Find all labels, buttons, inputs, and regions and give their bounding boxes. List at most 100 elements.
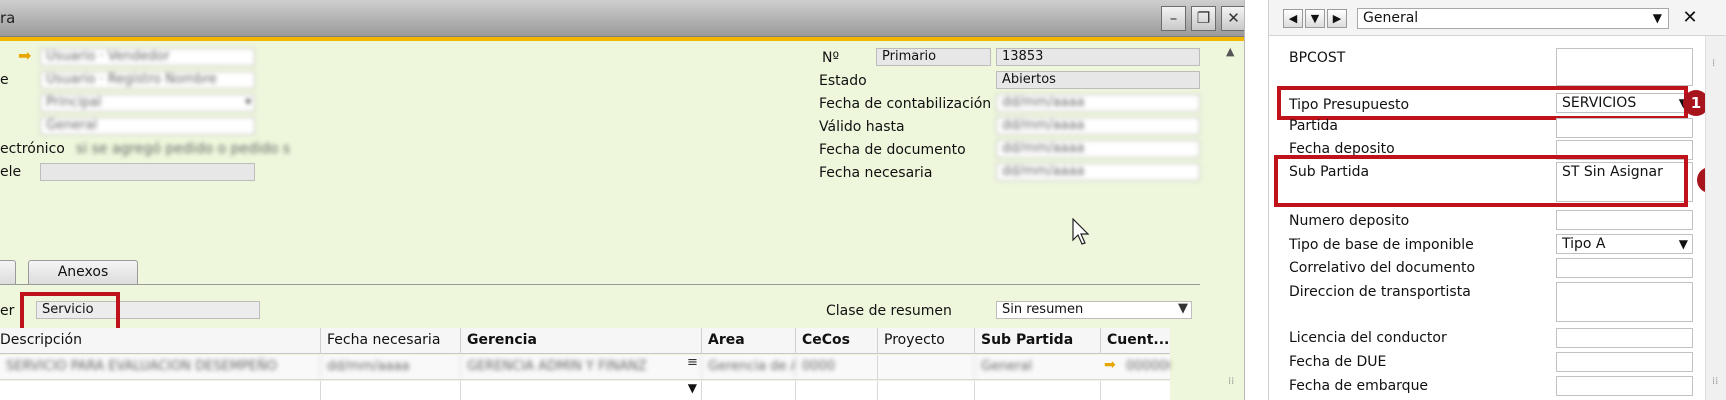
chevron-down-icon: ▼ — [687, 381, 697, 395]
chevron-down-icon: ▾ — [245, 95, 251, 108]
link-arrow-icon[interactable]: ➡ — [1104, 357, 1116, 373]
table-cell[interactable]: ▼ — [460, 381, 701, 400]
vendor-field[interactable]: Usuario · Vendedor — [40, 48, 255, 66]
udf-label: Direccion de transportista — [1289, 284, 1471, 300]
udf-label: Licencia del conductor — [1289, 330, 1447, 346]
table-row[interactable]: SERVICIO PARA EVALUACION DESEMPEÑO dd/mm… — [0, 355, 1170, 380]
summary-type-label: Clase de resumen — [826, 303, 952, 319]
window-title: ra — [0, 9, 16, 27]
table-cell[interactable] — [701, 381, 795, 400]
document-date-field[interactable]: dd/mm/aaaa — [996, 140, 1200, 158]
column-header[interactable]: Cuent... — [1100, 328, 1170, 354]
user-defined-fields-panel: ◀ ▼ ▶ General ▼ ✕ BPCOST Tipo Presupuest… — [1268, 0, 1726, 400]
required-date-field[interactable]: dd/mm/aaaa — [996, 163, 1200, 181]
table-cell[interactable]: 0000 — [795, 355, 877, 380]
table-cell[interactable] — [795, 381, 877, 400]
minimize-icon[interactable]: – — [1161, 6, 1186, 31]
close-icon[interactable]: ✕ — [1679, 8, 1701, 29]
table-cell[interactable]: 000000 — [1120, 355, 1170, 380]
highlight-sub-partida — [1274, 155, 1688, 207]
table-cell[interactable] — [1100, 381, 1170, 400]
udf-tax-base-value: Tipo A — [1562, 236, 1606, 252]
series-select[interactable]: Primario — [876, 48, 991, 66]
close-icon[interactable]: ✕ — [1221, 6, 1244, 31]
udf-scrollbar[interactable]: ⁞ ⁞⁞ — [1705, 36, 1726, 400]
column-header[interactable]: Descripción — [0, 328, 320, 354]
column-header[interactable]: Sub Partida — [974, 328, 1100, 354]
udf-category-value: General — [1363, 10, 1419, 26]
table-cell[interactable] — [877, 381, 974, 400]
table-cell[interactable]: General — [974, 355, 1100, 380]
chevron-down-icon: ▼ — [1178, 301, 1188, 316]
header-label-fragment: e — [0, 72, 9, 88]
udf-label: BPCOST — [1289, 50, 1346, 66]
column-header[interactable]: Gerencia — [460, 328, 701, 354]
udf-partida-field[interactable] — [1556, 118, 1693, 138]
form-scrollbar[interactable]: ▲ ⁞⁞ — [1222, 41, 1244, 400]
column-header[interactable]: CeCos — [795, 328, 877, 354]
udf-label: Fecha de DUE — [1289, 354, 1387, 370]
udf-label: Tipo de base de imponible — [1289, 237, 1474, 253]
required-date-label: Fecha necesaria — [819, 165, 933, 181]
posting-date-field[interactable]: dd/mm/aaaa — [996, 94, 1200, 112]
chevron-down-icon: ▼ — [1652, 11, 1662, 25]
udf-shipment-date-field[interactable] — [1556, 376, 1693, 396]
resize-grip-icon[interactable]: ⁞⁞ — [1228, 376, 1234, 387]
table-cell[interactable]: SERVICIO PARA EVALUACION DESEMPEÑO — [0, 355, 320, 380]
title-accent-line — [0, 37, 1244, 41]
document-window: ra – ❐ ✕ ➡ Usuario · Vendedor e Usuario … — [0, 0, 1245, 400]
name-field[interactable]: Usuario · Registro Nombre — [40, 71, 255, 89]
address-field[interactable]: General — [40, 117, 255, 135]
summary-type-select[interactable]: Sin resumen ▼ — [996, 301, 1192, 319]
chevron-down-icon: ▼ — [1678, 237, 1688, 251]
contact-field[interactable]: Principal ▾ — [40, 94, 255, 112]
udf-category-select[interactable]: General ▼ — [1357, 8, 1669, 29]
column-header[interactable]: Fecha necesaria — [320, 328, 460, 354]
type-label-fragment: er — [0, 303, 15, 319]
table-row[interactable]: ▼ — [0, 381, 1170, 400]
column-header[interactable]: Area — [701, 328, 795, 354]
valid-until-field[interactable]: dd/mm/aaaa — [996, 117, 1200, 135]
doc-number-label: Nº — [822, 50, 840, 66]
column-header[interactable]: Proyecto — [877, 328, 974, 354]
udf-label: Correlativo del documento — [1289, 260, 1476, 276]
table-cell[interactable] — [877, 355, 974, 380]
nav-last-icon[interactable]: ▶ — [1327, 9, 1347, 28]
resize-grip-icon[interactable]: ⁞⁞ — [1712, 376, 1718, 387]
table-cell[interactable]: GERENCIA ADMIN Y FINANZ — [460, 355, 685, 380]
restore-icon[interactable]: ❐ — [1191, 6, 1216, 31]
table-cell[interactable]: dd/mm/aaaa — [320, 355, 460, 380]
udf-driver-license-field[interactable] — [1556, 328, 1693, 348]
table-cell[interactable] — [974, 381, 1100, 400]
status-label: Estado — [819, 73, 867, 89]
scroll-up-icon[interactable]: ▲ — [1226, 45, 1234, 58]
tab-contents[interactable] — [0, 260, 16, 284]
udf-doc-correlative-field[interactable] — [1556, 258, 1693, 278]
udf-bpcost-field[interactable] — [1556, 48, 1693, 86]
udf-carrier-address-field[interactable] — [1556, 282, 1693, 322]
document-date-label: Fecha de documento — [819, 142, 966, 158]
udf-deposit-number-field[interactable] — [1556, 210, 1693, 230]
table-cell[interactable]: Gerencia de Adm — [701, 355, 795, 380]
lines-table-header: Descripción Fecha necesaria Gerencia Are… — [0, 328, 1170, 354]
posting-date-label: Fecha de contabilización — [819, 96, 992, 112]
highlight-budget-type — [1277, 86, 1688, 120]
table-cell[interactable] — [320, 381, 460, 400]
valid-until-label: Válido hasta — [819, 119, 905, 135]
nav-first-icon[interactable]: ◀ — [1283, 9, 1303, 28]
udf-label: Numero deposito — [1289, 213, 1410, 229]
udf-label: Partida — [1289, 118, 1338, 134]
phone-label-fragment: ele — [0, 164, 22, 180]
udf-due-date-field[interactable] — [1556, 352, 1693, 372]
email-label-fragment: ectrónico — [0, 141, 65, 157]
window-titlebar: ra – ❐ ✕ — [0, 0, 1244, 37]
status-field: Abiertos — [996, 71, 1200, 89]
udf-tax-base-select[interactable]: Tipo A ▼ — [1556, 234, 1693, 254]
link-arrow-icon[interactable]: ➡ — [18, 46, 31, 65]
resize-grip-icon[interactable]: ⁞ — [1712, 58, 1715, 69]
udf-label: Fecha de embarque — [1289, 378, 1429, 394]
list-icon[interactable]: ≡ — [687, 355, 698, 370]
nav-dropdown-icon[interactable]: ▼ — [1305, 9, 1325, 28]
tab-attachments[interactable]: Anexos — [28, 260, 138, 284]
phone-field[interactable] — [40, 163, 255, 181]
